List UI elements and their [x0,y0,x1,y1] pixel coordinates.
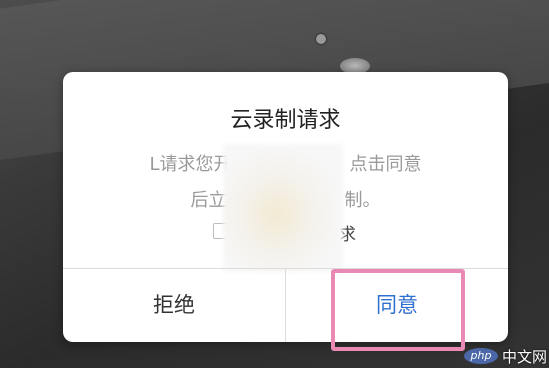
php-logo-icon: php [464,348,498,364]
message-line-1-right: 点击同意 [349,154,422,175]
message-line-1-left: L请求您开 [149,154,232,175]
watermark-text: 中文网 [502,348,548,366]
reject-button[interactable]: 拒绝 [63,269,285,342]
message-line-2-right: 制。 [344,190,381,211]
background-screw [316,34,326,44]
blurred-redaction [223,144,343,272]
agree-button-highlight [331,269,465,351]
message-line-2-left: 后立 [190,190,227,211]
dialog-title: 云录制请求 [230,108,341,133]
